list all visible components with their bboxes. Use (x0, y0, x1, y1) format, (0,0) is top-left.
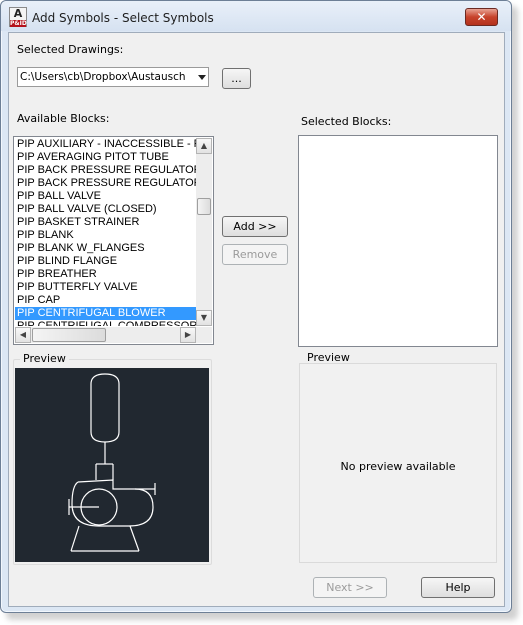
available-blocks-label: Available Blocks: (17, 112, 110, 125)
list-item[interactable]: PIP BASKET STRAINER (15, 216, 196, 229)
selected-drawings-label: Selected Drawings: (17, 43, 124, 56)
help-button[interactable]: Help (421, 577, 495, 598)
vertical-scrollbar[interactable]: ▲ ▼ (196, 138, 212, 326)
list-item[interactable]: PIP CENTRIFUGAL BLOWER (15, 307, 196, 320)
list-item[interactable]: PIP BACK PRESSURE REGULATOR (15, 177, 196, 190)
scrollbar-corner (196, 327, 212, 343)
list-item[interactable]: PIP AUXILIARY - INACCESSIBLE - P (15, 138, 196, 151)
vertical-scroll-thumb[interactable] (197, 198, 211, 215)
horizontal-scroll-thumb[interactable] (32, 328, 106, 342)
list-item[interactable]: PIP BALL VALVE (15, 190, 196, 203)
browse-drawings-button[interactable]: ... (222, 68, 251, 89)
horizontal-scrollbar[interactable]: ◀ ▶ (15, 327, 196, 343)
symbol-preview (15, 368, 209, 562)
list-item[interactable]: PIP BUTTERFLY VALVE (15, 281, 196, 294)
close-icon: ✕ (476, 10, 487, 24)
add-button[interactable]: Add >> (222, 216, 288, 237)
next-button[interactable]: Next >> (313, 577, 387, 598)
chevron-down-icon[interactable] (198, 75, 206, 80)
app-icon-letter: A (13, 7, 23, 20)
list-item[interactable]: PIP BLANK W_FLANGES (15, 242, 196, 255)
list-item[interactable]: PIP CENTRIFUGAL COMPRESSOR (15, 320, 196, 326)
scroll-left-icon[interactable]: ◀ (15, 327, 31, 343)
list-item[interactable]: PIP BLIND FLANGE (15, 255, 196, 268)
available-blocks-items: PIP AUXILIARY - INACCESSIBLE - P PIP AVER… (15, 138, 196, 326)
no-preview-text: No preview available (340, 460, 456, 473)
scroll-up-icon[interactable]: ▲ (196, 138, 212, 154)
available-blocks-list[interactable]: PIP AUXILIARY - INACCESSIBLE - P PIP AVER… (13, 136, 214, 345)
scroll-down-icon[interactable]: ▼ (196, 310, 212, 326)
autocad-pid-icon: A P&ID (9, 7, 27, 27)
list-item[interactable]: PIP BREATHER (15, 268, 196, 281)
centrifugal-blower-icon (68, 373, 156, 552)
selected-drawings-value: C:\Users\cb\Dropbox\Austausch Te (20, 71, 188, 83)
no-preview-panel: No preview available (299, 363, 497, 563)
app-icon-badge: P&ID (10, 20, 27, 27)
dialog-window: A P&ID Add Symbols - Select Symbols ✕ Se… (0, 0, 512, 613)
selected-blocks-label: Selected Blocks: (301, 115, 392, 128)
remove-button[interactable]: Remove (222, 244, 288, 265)
scroll-right-icon[interactable]: ▶ (180, 327, 196, 343)
list-item[interactable]: PIP AVERAGING PITOT TUBE (15, 151, 196, 164)
selected-drawings-dropdown[interactable]: C:\Users\cb\Dropbox\Austausch Te (17, 67, 209, 87)
title-bar[interactable]: A P&ID Add Symbols - Select Symbols ✕ (1, 1, 511, 31)
list-item[interactable]: PIP BACK PRESSURE REGULATOR (15, 164, 196, 177)
window-title: Add Symbols - Select Symbols (32, 11, 214, 25)
close-button[interactable]: ✕ (465, 8, 498, 26)
dialog-client-area: Selected Drawings: C:\Users\cb\Dropbox\A… (8, 32, 505, 607)
list-item[interactable]: PIP CAP (15, 294, 196, 307)
selected-blocks-list[interactable] (298, 135, 498, 347)
preview-left-title: Preview (20, 352, 69, 365)
list-item[interactable]: PIP BLANK (15, 229, 196, 242)
list-item[interactable]: PIP BALL VALVE (CLOSED) (15, 203, 196, 216)
